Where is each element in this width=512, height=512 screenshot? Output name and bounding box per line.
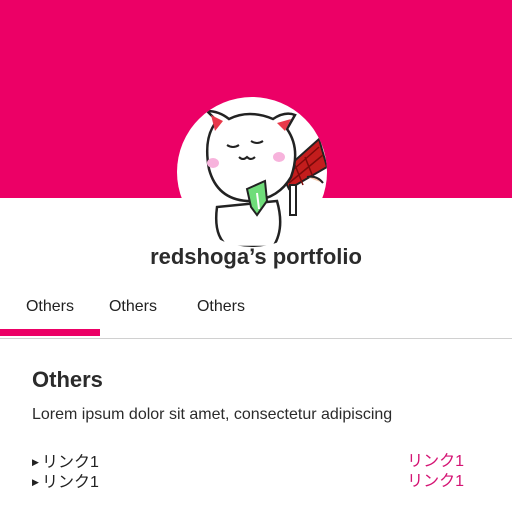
link-label-text: リンク1 xyxy=(42,454,99,471)
page-title: redshoga’s portfolio xyxy=(150,244,362,269)
link-row: ▶ リンク1 リンク1 xyxy=(32,452,464,472)
section-description: Lorem ipsum dolor sit amet, consectetur … xyxy=(32,406,393,423)
section-title: Others xyxy=(32,367,103,392)
tab-others-1[interactable]: Others xyxy=(0,288,100,334)
link-label: ▶ リンク1 xyxy=(32,472,99,493)
link-anchor[interactable]: リンク1 xyxy=(407,452,464,472)
tab-others-3[interactable]: Others xyxy=(176,288,266,334)
link-label-text: リンク1 xyxy=(42,474,99,491)
active-tab-indicator xyxy=(0,329,100,336)
cat-avatar-icon xyxy=(203,109,327,247)
triangle-right-icon: ▶ xyxy=(32,477,39,487)
tab-others-2[interactable]: Others xyxy=(88,288,178,334)
avatar xyxy=(177,97,327,247)
triangle-right-icon: ▶ xyxy=(32,457,39,467)
portfolio-page: redshoga’s portfolio Others Others Other… xyxy=(0,0,512,512)
link-label: ▶ リンク1 xyxy=(32,452,99,473)
link-row: ▶ リンク1 リンク1 xyxy=(32,472,464,492)
link-anchor[interactable]: リンク1 xyxy=(407,472,464,492)
